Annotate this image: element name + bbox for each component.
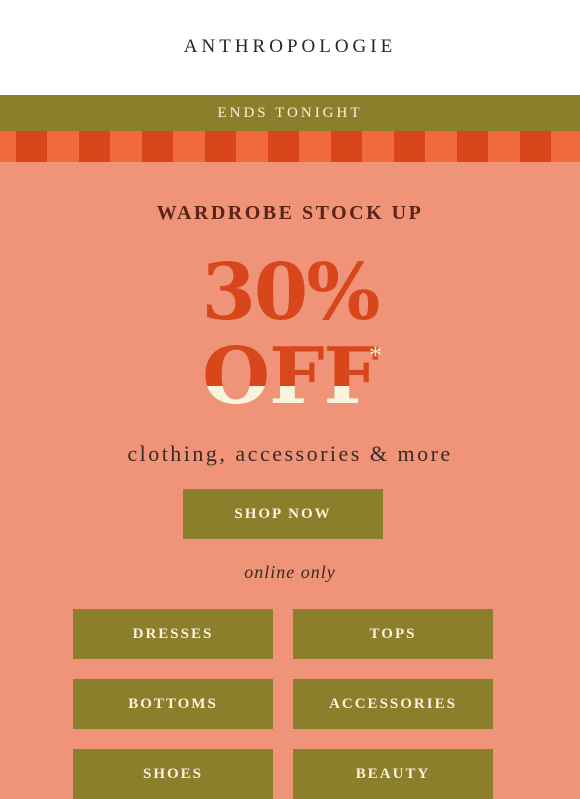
- discount-off-text: OFF: [0, 338, 580, 416]
- category-button-dresses[interactable]: DRESSES: [73, 609, 273, 659]
- promo-headline: WARDROBE STOCK UP: [156, 202, 424, 224]
- asterisk-mark: *: [369, 341, 382, 370]
- category-button-accessories[interactable]: ACCESSORIES: [293, 679, 493, 729]
- category-button-shoes[interactable]: SHOES: [73, 749, 273, 799]
- category-button-bottoms[interactable]: BOTTOMS: [73, 679, 273, 729]
- decorative-stripe: [0, 131, 580, 162]
- ends-tonight-banner: ENDS TONIGHT: [0, 95, 580, 131]
- email-header: ANTHROPOLOGIE: [0, 0, 580, 95]
- shop-now-button[interactable]: SHOP NOW: [183, 489, 383, 539]
- brand-logo[interactable]: ANTHROPOLOGIE: [184, 36, 396, 58]
- promo-subtitle: clothing, accessories & more: [127, 441, 453, 466]
- category-button-tops[interactable]: TOPS: [293, 609, 493, 659]
- promo-section: WARDROBE STOCK UP 30% OFF * clothing, ac…: [0, 162, 580, 799]
- discount-percent: 30%: [201, 247, 381, 338]
- category-button-beauty[interactable]: BEAUTY: [293, 749, 493, 799]
- online-only-note: online only: [244, 562, 336, 582]
